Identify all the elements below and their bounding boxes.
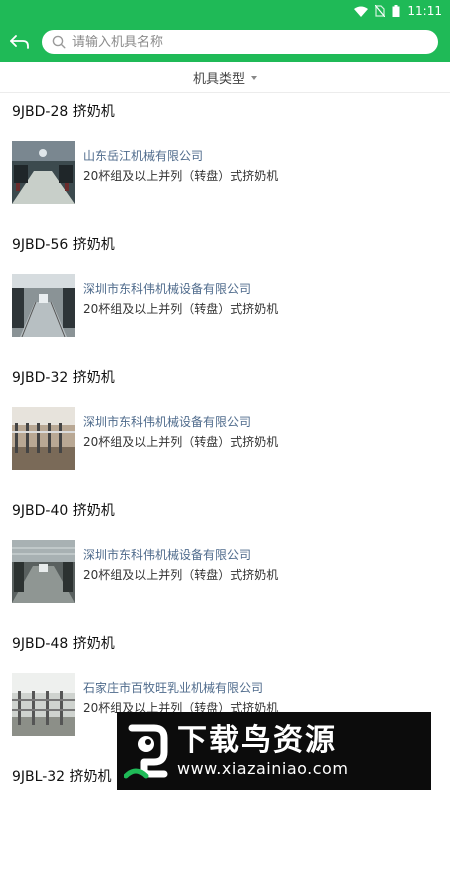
machine-thumbnail <box>12 407 75 470</box>
watermark-title: 下载鸟资源 <box>177 723 337 758</box>
list-item[interactable]: 9JBD-56 挤奶机 深圳市东科伟机械设备有限公司 20杯组及以上并列（转盘）… <box>0 226 450 359</box>
machine-description: 20杯组及以上并列（转盘）式挤奶机 <box>83 169 279 183</box>
item-title: 9JBD-32 挤奶机 <box>12 370 115 386</box>
company-name: 山东岳江机械有限公司 <box>83 149 204 163</box>
item-title: 9JBD-40 挤奶机 <box>12 503 115 519</box>
list-item-row[interactable]: 深圳市东科伟机械设备有限公司 20杯组及以上并列（转盘）式挤奶机 <box>12 274 278 337</box>
list-item[interactable]: 9JBD-28 挤奶机 山东岳江机械有限公司 20杯组及以上并列（转盘）式挤奶机 <box>0 93 450 226</box>
machine-description: 20杯组及以上并列（转盘）式挤奶机 <box>83 568 279 582</box>
item-title: 9JBD-56 挤奶机 <box>12 237 115 253</box>
machine-type-filter[interactable]: 机具类型 <box>193 68 257 87</box>
company-name: 深圳市东科伟机械设备有限公司 <box>83 415 252 429</box>
machine-thumbnail <box>12 540 75 603</box>
search-input[interactable] <box>72 34 412 50</box>
company-name: 深圳市东科伟机械设备有限公司 <box>83 548 252 562</box>
list-item-row[interactable]: 深圳市东科伟机械设备有限公司 20杯组及以上并列（转盘）式挤奶机 <box>12 407 278 470</box>
list-item-row[interactable]: 深圳市东科伟机械设备有限公司 20杯组及以上并列（转盘）式挤奶机 <box>12 540 278 603</box>
machine-description: 20杯组及以上并列（转盘）式挤奶机 <box>83 435 279 449</box>
no-sim-icon <box>375 5 386 17</box>
dropdown-caret-icon <box>251 75 257 80</box>
list-item[interactable]: 9JBD-40 挤奶机 深圳市东科伟机械设备有限公司 20杯组及以上并列（转盘）… <box>0 492 450 625</box>
filter-label: 机具类型 <box>192 71 245 87</box>
search-box[interactable] <box>42 30 438 54</box>
search-icon <box>52 35 66 49</box>
app-header <box>0 22 450 62</box>
back-button[interactable] <box>0 22 40 62</box>
list-item[interactable]: 9JBD-32 挤奶机 深圳市东科伟机械设备有限公司 20杯组及以上并列（转盘）… <box>0 359 450 492</box>
watermark-banner: 下载鸟资源 www.xiazainiao.com <box>117 712 431 790</box>
item-title: 9JBD-28 挤奶机 <box>12 104 115 120</box>
wifi-icon <box>354 6 369 17</box>
machine-thumbnail <box>12 274 75 337</box>
machine-thumbnail <box>12 141 75 204</box>
watermark-url: www.xiazainiao.com <box>177 759 349 778</box>
item-title: 9JBD-48 挤奶机 <box>12 636 115 652</box>
status-bar: 11:11 <box>0 0 450 22</box>
machine-description: 20杯组及以上并列（转盘）式挤奶机 <box>83 302 279 316</box>
company-name: 石家庄市百牧旺乳业机械有限公司 <box>83 681 264 695</box>
filter-bar: 机具类型 <box>0 62 450 93</box>
machine-thumbnail <box>12 673 75 736</box>
company-name: 深圳市东科伟机械设备有限公司 <box>83 282 252 296</box>
clock: 11:11 <box>407 4 442 18</box>
battery-icon <box>392 5 400 17</box>
item-title: 9JBL-32 挤奶机 <box>12 769 112 785</box>
back-arrow-icon <box>10 35 29 49</box>
list-item-row[interactable]: 山东岳江机械有限公司 20杯组及以上并列（转盘）式挤奶机 <box>12 141 278 204</box>
bird-logo-icon <box>117 712 177 790</box>
